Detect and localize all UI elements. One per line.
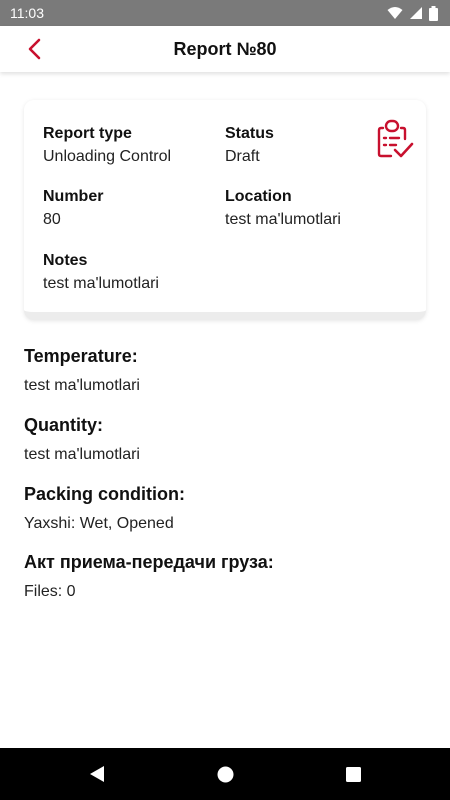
report-type-value: Unloading Control	[43, 148, 172, 165]
wifi-icon	[387, 7, 403, 19]
temperature-section: Temperature: test ma'lumotlari	[24, 346, 140, 395]
notes-value: test ma'lumotlari	[43, 275, 159, 292]
nav-back-button[interactable]	[88, 765, 106, 783]
clipboard-check-icon	[377, 119, 414, 158]
system-nav-bar	[0, 748, 450, 800]
packing-label: Packing condition:	[24, 484, 186, 504]
nav-home-button[interactable]	[216, 765, 234, 783]
packing-value: Yaxshi: Wet, Opened	[24, 515, 174, 532]
status-icons	[387, 5, 438, 21]
number-value: 80	[43, 211, 61, 228]
quantity-value: test ma'lumotlari	[24, 446, 140, 463]
nav-recents-button[interactable]	[344, 765, 362, 783]
signal-icon	[410, 7, 422, 19]
number-field: Number 80	[43, 188, 103, 229]
status-value: Draft	[225, 148, 260, 165]
app-bar: Report №80	[0, 26, 450, 72]
circle-home-icon	[217, 766, 233, 782]
temperature-label: Temperature:	[24, 346, 138, 366]
back-button[interactable]	[20, 35, 48, 63]
number-label: Number	[43, 188, 104, 205]
notes-field: Notes test ma'lumotlari	[43, 252, 159, 293]
location-field: Location test ma'lumotlari	[225, 188, 341, 229]
chevron-left-icon	[28, 38, 41, 60]
packing-section: Packing condition: Yaxshi: Wet, Opened	[24, 484, 185, 533]
quantity-label: Quantity:	[24, 415, 103, 435]
report-summary-card: Report type Unloading Control Status Dra…	[24, 100, 426, 320]
quantity-section: Quantity: test ma'lumotlari	[24, 415, 140, 464]
square-recents-icon	[345, 766, 361, 782]
status-field: Status Draft	[225, 125, 274, 166]
act-section: Акт приема-передачи груза: Files: 0	[24, 552, 274, 601]
location-value: test ma'lumotlari	[225, 211, 341, 228]
temperature-value: test ma'lumotlari	[24, 377, 140, 394]
battery-icon	[429, 5, 438, 21]
status-time: 11:03	[10, 5, 44, 21]
status-label: Status	[225, 125, 274, 142]
status-bar: 11:03	[0, 0, 450, 26]
notes-label: Notes	[43, 252, 88, 269]
act-files-count[interactable]: Files: 0	[24, 583, 274, 601]
triangle-back-icon	[90, 766, 104, 782]
report-type-label: Report type	[43, 125, 132, 142]
report-type-field: Report type Unloading Control	[43, 125, 171, 166]
act-label: Акт приема-передачи груза:	[24, 552, 274, 572]
page-title: Report №80	[173, 38, 277, 59]
location-label: Location	[225, 188, 292, 205]
